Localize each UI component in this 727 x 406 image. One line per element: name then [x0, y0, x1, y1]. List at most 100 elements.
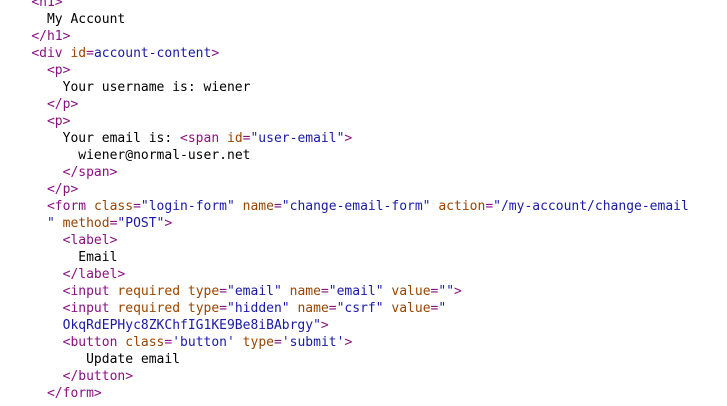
- text-content: wiener@normal-user.net: [78, 148, 251, 163]
- attribute-value: "login-form": [140, 199, 235, 214]
- source-line: <button class='button' type='submit'>: [0, 334, 727, 351]
- source-line: wiener@normal-user.net: [0, 147, 727, 164]
- markup-token: >: [211, 46, 220, 61]
- attribute-value: "hidden": [227, 301, 290, 316]
- text-content: Your username is: wiener: [62, 80, 251, 95]
- attribute-value: ": [438, 301, 447, 316]
- markup-token: =: [320, 284, 329, 299]
- markup-token: h1: [46, 29, 63, 44]
- markup-token: <form: [46, 199, 94, 214]
- attribute-name: id: [227, 131, 243, 146]
- attribute-value: "change-email-form": [281, 199, 431, 214]
- source-line: </h1>: [0, 28, 727, 45]
- attribute-name: value: [391, 301, 431, 316]
- attribute-name: required: [117, 301, 181, 316]
- markup-token: </button>: [62, 369, 134, 384]
- markup-token: [235, 335, 243, 350]
- markup-token: =: [219, 284, 228, 299]
- markup-token: <span: [180, 131, 227, 146]
- source-line: Update email: [0, 351, 727, 368]
- markup-token: >: [164, 216, 173, 231]
- attribute-value: "user-email": [250, 131, 345, 146]
- markup-token: <div: [31, 46, 71, 61]
- markup-token: [180, 301, 188, 316]
- markup-token: [282, 284, 290, 299]
- markup-token: >: [344, 335, 353, 350]
- attribute-name: type: [187, 301, 220, 316]
- attribute-name: value: [391, 284, 431, 299]
- markup-token: =: [273, 199, 282, 214]
- markup-token: [180, 284, 188, 299]
- markup-token: h1: [39, 0, 55, 10]
- markup-token: >: [454, 284, 462, 299]
- markup-token: >: [62, 29, 71, 44]
- source-line: <form class="login-form" name="change-em…: [0, 198, 727, 215]
- markup-token: </label>: [62, 267, 126, 282]
- attribute-value: 'button': [172, 335, 235, 350]
- source-line: <input required type="hidden" name="csrf…: [0, 300, 727, 317]
- markup-token: =: [485, 199, 494, 214]
- attribute-value: OkqRdEPHyc8ZKChfIG1KE9Be8iBAbrgy": [62, 318, 321, 333]
- source-line: " method="POST">: [0, 215, 727, 232]
- markup-token: =: [328, 301, 337, 316]
- markup-token: </: [31, 29, 47, 44]
- attribute-value: "": [438, 284, 455, 299]
- markup-token: </p>: [46, 182, 79, 197]
- attribute-name: type: [187, 284, 220, 299]
- markup-token: </p>: [46, 97, 79, 112]
- attribute-name: class: [93, 199, 134, 214]
- attribute-name: required: [117, 284, 181, 299]
- source-line: </label>: [0, 266, 727, 283]
- markup-token: =: [133, 199, 141, 214]
- markup-token: >: [54, 0, 63, 10]
- attribute-name: type: [242, 335, 274, 350]
- source-line: <h1>: [0, 0, 727, 11]
- markup-token: >: [344, 131, 353, 146]
- source-line: </span>: [0, 164, 727, 181]
- attribute-name: name: [289, 284, 321, 299]
- attribute-value: "/my-account/change-email: [493, 199, 689, 214]
- attribute-name: method: [62, 216, 110, 231]
- html-source-view: <h1> My Account </h1> <div id=account-co…: [0, 0, 727, 402]
- markup-token: >: [320, 318, 329, 333]
- attribute-name: name: [297, 301, 329, 316]
- attribute-name: action: [438, 199, 486, 214]
- attribute-value: "POST": [117, 216, 165, 231]
- text-content: Update email: [86, 352, 181, 367]
- attribute-name: class: [125, 335, 165, 350]
- markup-token: =: [86, 46, 94, 61]
- markup-token: [55, 216, 63, 231]
- source-line: <div id=account-content>: [0, 45, 727, 62]
- source-line: Your email is: <span id="user-email">: [0, 130, 727, 147]
- markup-token: <input: [62, 301, 118, 316]
- markup-token: <button: [62, 335, 126, 350]
- source-line: <input required type="email" name="email…: [0, 283, 727, 300]
- attribute-value: ": [46, 216, 55, 231]
- attribute-name: id: [70, 46, 87, 61]
- markup-token: =: [273, 335, 282, 350]
- text-content: Your email is:: [62, 131, 181, 146]
- source-line: </button>: [0, 368, 727, 385]
- attribute-name: name: [242, 199, 274, 214]
- markup-token: </span>: [62, 165, 118, 180]
- text-content: My Account: [46, 12, 126, 27]
